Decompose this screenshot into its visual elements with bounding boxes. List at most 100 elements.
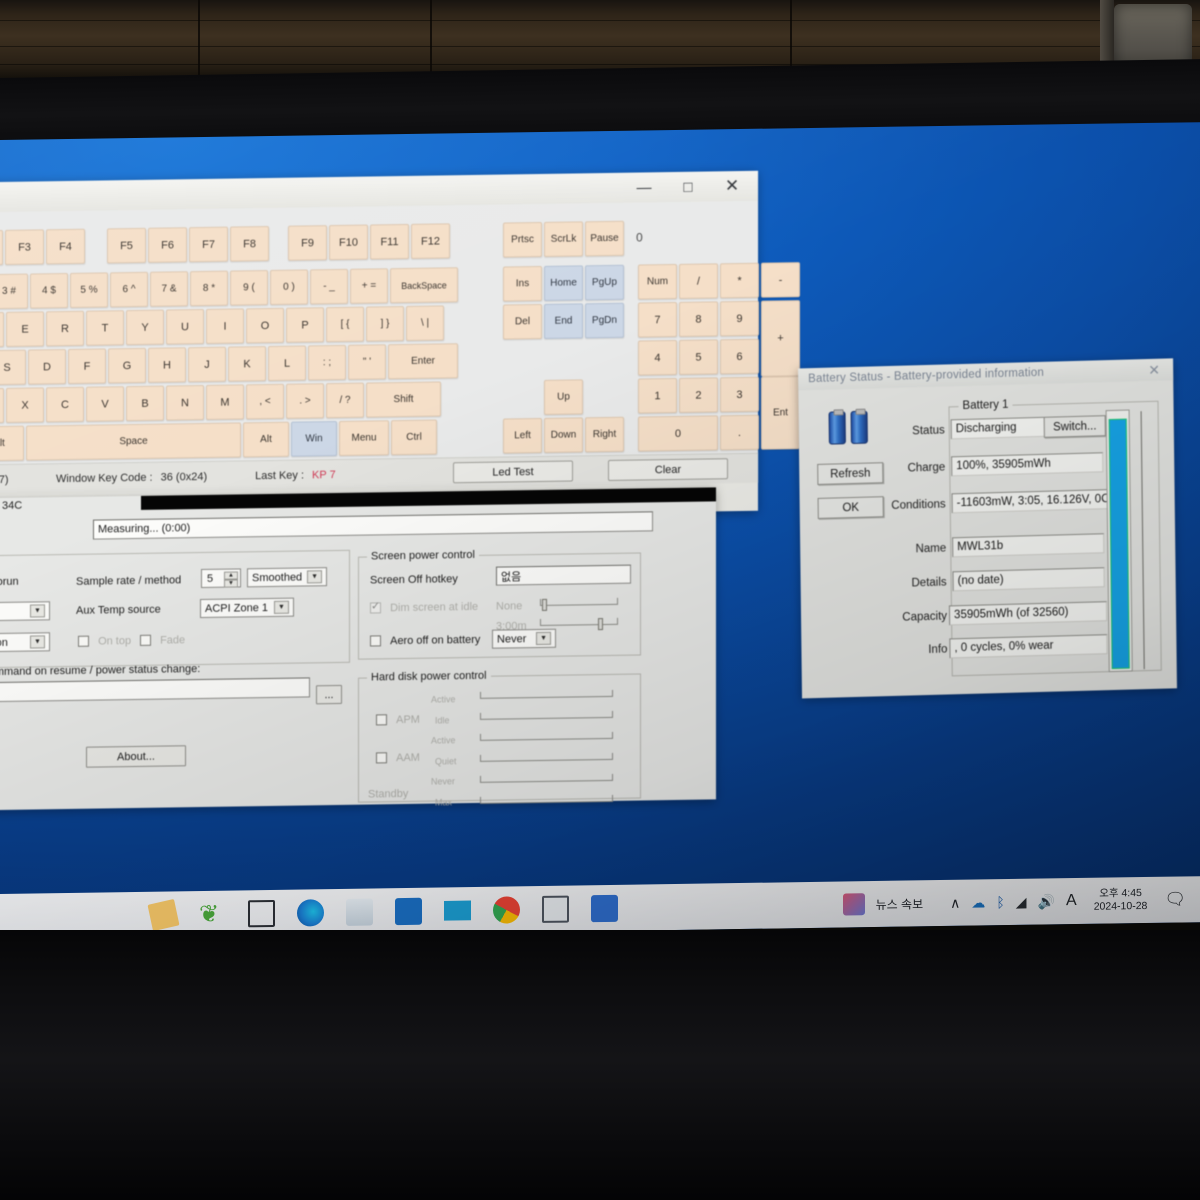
spin-down-icon[interactable]: ▼: [224, 578, 238, 588]
key-7[interactable]: 7 &: [150, 271, 188, 307]
key-minus[interactable]: - _: [310, 268, 348, 305]
key-z[interactable]: Z: [0, 387, 4, 424]
key-pgdn[interactable]: PgDn: [585, 302, 624, 339]
screen-off-hotkey-field[interactable]: 없음: [496, 564, 631, 586]
method-combo[interactable]: Smoothed ▼: [247, 567, 327, 588]
key-numpad-4[interactable]: 4: [638, 339, 677, 376]
spin-up-icon[interactable]: ▲: [224, 570, 238, 580]
key-f6[interactable]: F6: [148, 227, 187, 263]
browse-button[interactable]: ...: [316, 684, 342, 705]
key-o[interactable]: O: [246, 307, 284, 344]
keyboard-layout[interactable]: F2 F3 F4 F5 F6 F7 F8 F9 F10 F11 F12 Prts…: [0, 200, 800, 495]
key-f9[interactable]: F9: [288, 225, 327, 261]
key-alt-left[interactable]: Alt: [0, 425, 24, 462]
key-8[interactable]: 8 *: [190, 270, 228, 307]
key-home[interactable]: Home: [544, 265, 583, 301]
leaf-icon[interactable]: ❦: [199, 900, 226, 927]
switch-button[interactable]: Switch...: [1043, 415, 1106, 438]
key-f5[interactable]: F5: [107, 227, 146, 264]
key-0[interactable]: 0 ): [270, 269, 308, 305]
aux-temp-combo[interactable]: ACPI Zone 1 ▼: [200, 597, 294, 619]
key-ins[interactable]: Ins: [503, 265, 542, 302]
key-numpad-divide[interactable]: /: [679, 263, 718, 299]
key-period[interactable]: . >: [286, 383, 324, 419]
key-numpad-multiply[interactable]: *: [720, 262, 759, 299]
key-m[interactable]: M: [206, 384, 244, 420]
key-numpad-decimal[interactable]: .: [720, 414, 759, 451]
key-space[interactable]: Space: [26, 422, 241, 461]
key-arrow-up[interactable]: Up: [544, 379, 583, 415]
key-numpad-5[interactable]: 5: [679, 339, 718, 375]
chrome-icon[interactable]: [493, 895, 520, 924]
key-end[interactable]: End: [544, 303, 583, 339]
key-r[interactable]: R: [46, 310, 84, 347]
ime-indicator[interactable]: A: [1066, 892, 1077, 910]
system-tray[interactable]: 뉴스 속보 ∧ ☁ ᛒ ◢ 🔊 A 오후 4:45 2024-10-28 🗨: [842, 886, 1186, 917]
aero-combo[interactable]: Never ▼: [492, 628, 556, 649]
key-arrow-left[interactable]: Left: [503, 417, 542, 454]
key-numpad-plus[interactable]: +: [761, 300, 800, 377]
mail-icon[interactable]: [444, 897, 471, 924]
chevron-down-icon[interactable]: ▼: [307, 570, 322, 584]
store-icon[interactable]: [346, 897, 373, 926]
chevron-down-icon[interactable]: ▼: [274, 600, 289, 614]
clear-button[interactable]: Clear: [608, 458, 728, 481]
key-h[interactable]: H: [148, 347, 186, 383]
key-numpad-1[interactable]: 1: [638, 377, 677, 414]
task-view-icon[interactable]: [248, 899, 275, 927]
power-settings-window[interactable]: Temp 34C Temp Measuring... (0:00) Settin…: [0, 487, 716, 811]
key-c[interactable]: C: [46, 386, 84, 423]
sample-rate-spin-buttons[interactable]: ▲ ▼: [224, 570, 238, 588]
key-n[interactable]: N: [166, 384, 204, 421]
sticky-note-icon[interactable]: [147, 898, 180, 931]
refresh-button[interactable]: Refresh: [817, 462, 884, 485]
sample-rate-stepper[interactable]: 5 ▲ ▼: [201, 568, 241, 589]
key-quote[interactable]: " ': [348, 344, 386, 380]
key-j[interactable]: J: [188, 346, 226, 383]
bluetooth-icon[interactable]: ᛒ: [996, 894, 1004, 910]
notification-center-icon[interactable]: 🗨: [1164, 889, 1186, 909]
run-command-input[interactable]: [0, 677, 310, 703]
key-win-right[interactable]: Win: [291, 421, 337, 457]
taskbar-pinned-icons[interactable]: ❦: [147, 894, 618, 931]
key-numpad-6[interactable]: 6: [720, 338, 759, 375]
key-x[interactable]: X: [6, 387, 44, 423]
key-pause[interactable]: Pause: [585, 220, 624, 257]
edge-icon[interactable]: [297, 898, 324, 927]
key-4[interactable]: 4 $: [30, 272, 68, 309]
battery-status-dialog[interactable]: Battery Status - Battery-provided inform…: [797, 358, 1178, 699]
key-t[interactable]: T: [86, 310, 124, 346]
key-f7[interactable]: F7: [189, 226, 228, 263]
key-v[interactable]: V: [86, 386, 124, 422]
led-test-button[interactable]: Led Test: [453, 460, 573, 484]
wifi-icon[interactable]: ◢: [1016, 893, 1027, 910]
key-ctrl-right[interactable]: Ctrl: [391, 419, 437, 456]
onedrive-icon[interactable]: ☁: [971, 894, 985, 911]
key-enter[interactable]: Enter: [388, 343, 458, 380]
key-bracket-right[interactable]: ] }: [366, 306, 404, 342]
key-d[interactable]: D: [28, 349, 66, 385]
key-alt-right[interactable]: Alt: [243, 421, 289, 458]
key-b[interactable]: B: [126, 385, 164, 422]
key-y[interactable]: Y: [126, 309, 164, 346]
unit-combo[interactable]: Celsius ▼: [0, 601, 50, 622]
aero-checkbox[interactable]: [370, 635, 381, 647]
news-label[interactable]: 뉴스 속보: [876, 895, 924, 913]
battery-dialog-close-icon[interactable]: ✕: [1139, 359, 1169, 380]
key-equal[interactable]: + =: [350, 268, 388, 304]
key-pgup[interactable]: PgUp: [585, 264, 624, 301]
key-f12[interactable]: F12: [411, 223, 450, 259]
key-arrow-right[interactable]: Right: [585, 416, 624, 453]
key-menu[interactable]: Menu: [339, 420, 389, 456]
key-numpad-8[interactable]: 8: [679, 301, 718, 337]
key-f10[interactable]: F10: [329, 224, 368, 261]
key-e[interactable]: E: [6, 311, 44, 347]
key-numpad-9[interactable]: 9: [720, 300, 759, 337]
news-weather-icon[interactable]: [842, 893, 865, 916]
chevron-down-icon[interactable]: ▼: [30, 604, 45, 618]
chevron-up-icon[interactable]: ∧: [950, 894, 960, 911]
key-3[interactable]: 3 #: [0, 273, 28, 310]
key-arrow-down[interactable]: Down: [544, 417, 583, 453]
key-numpad-enter[interactable]: Ent: [761, 376, 800, 450]
keyboard-test-window[interactable]: — □ ✕ F2 F3 F4 F5 F6 F7 F8 F9 F10 F11 F1…: [0, 170, 800, 523]
